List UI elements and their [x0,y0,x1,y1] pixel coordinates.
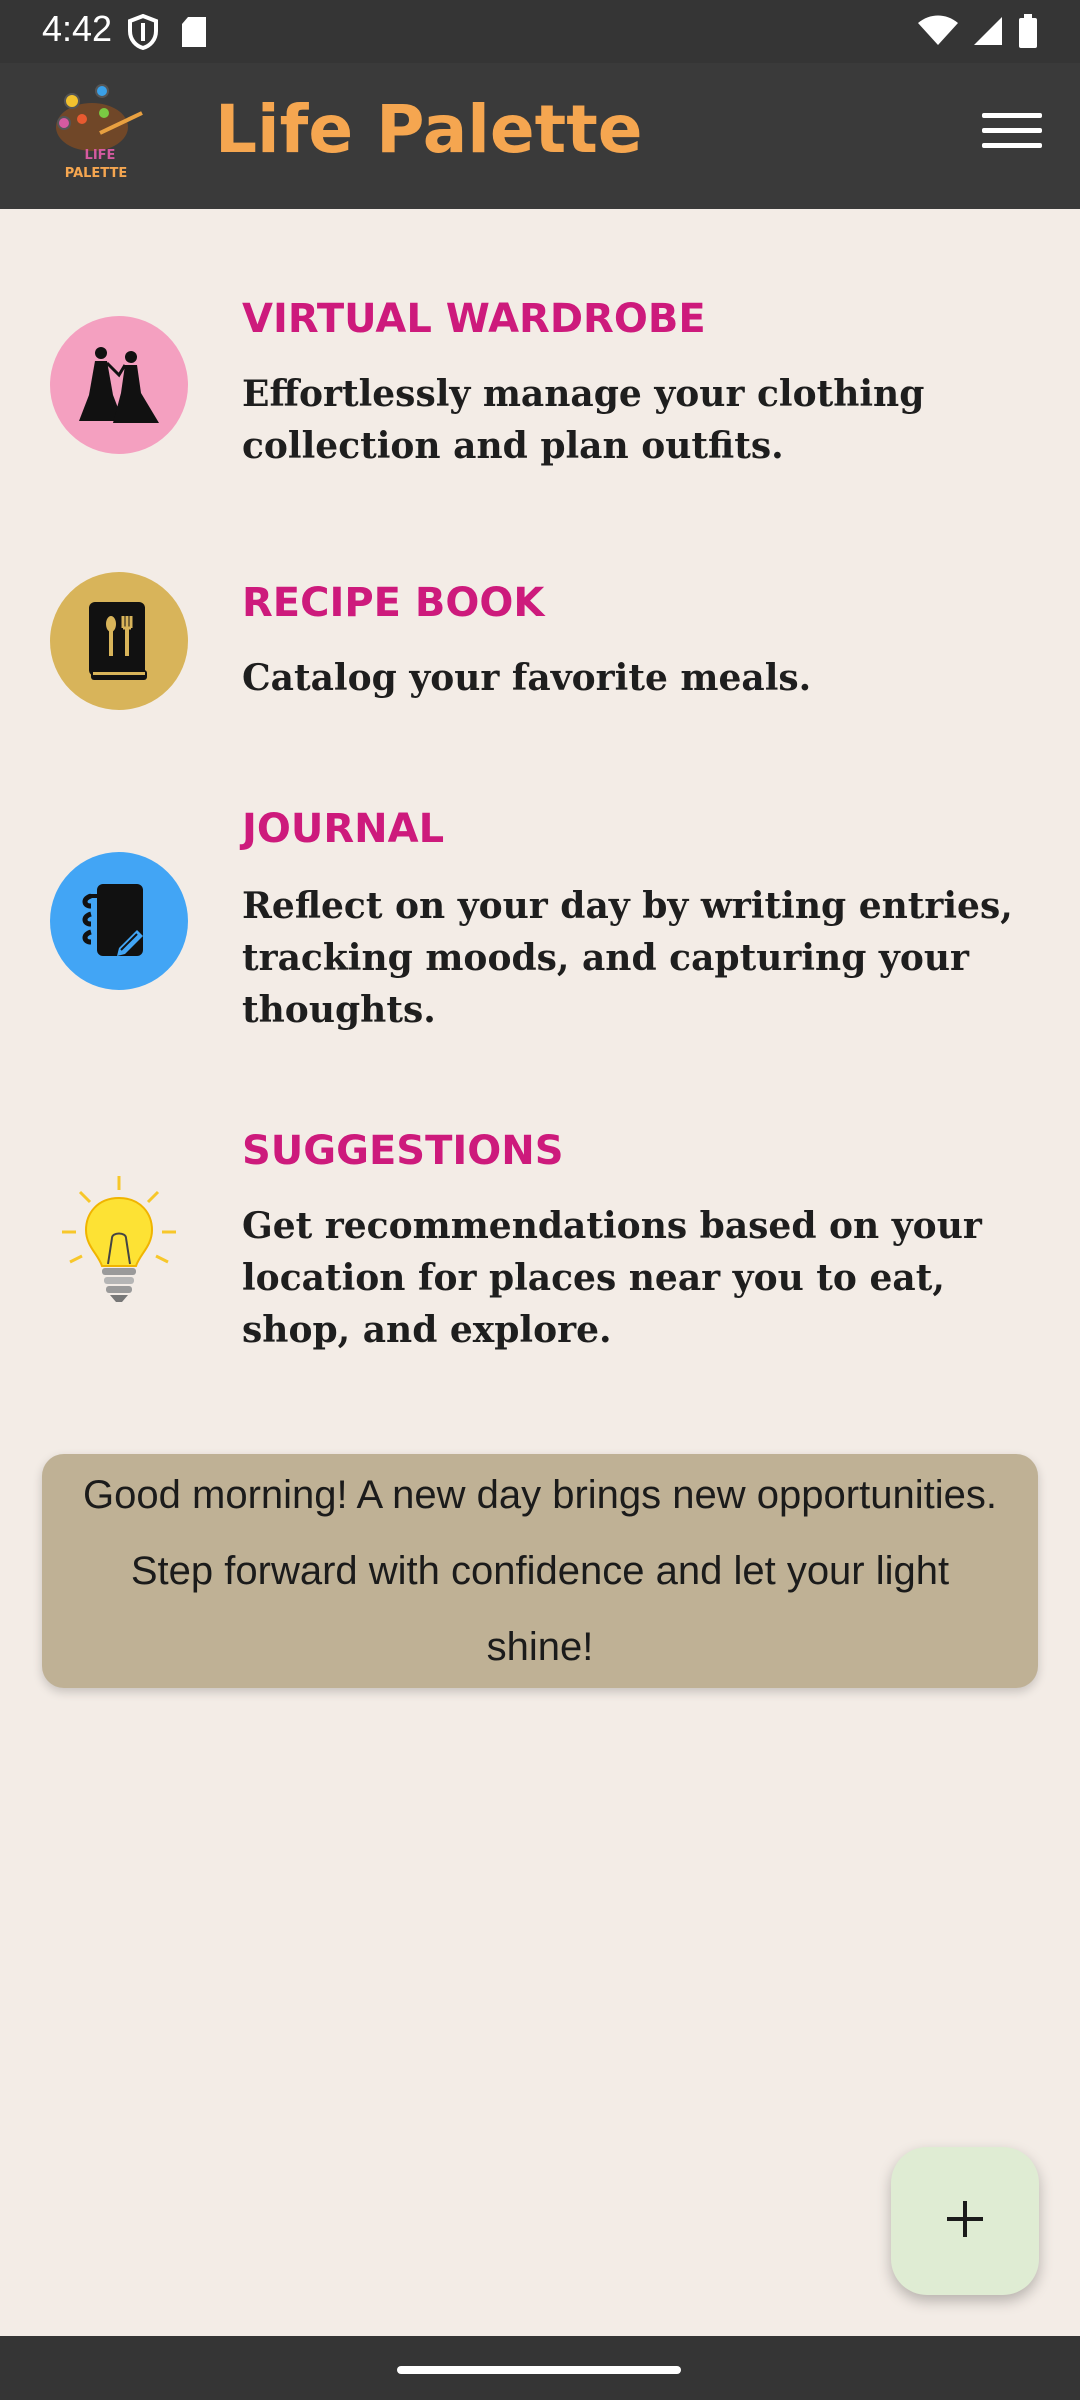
sd-card-icon [180,15,208,54]
feature-title: VIRTUAL WARDROBE [242,296,706,342]
shield-icon [128,13,158,55]
status-bar: 4:42 [0,0,1080,63]
feature-description: Get recommendations based on your locati… [242,1205,982,1351]
signal-icon [972,15,1004,52]
app-title: Life Palette [215,91,643,168]
plus-icon [943,2197,987,2245]
status-left-icons [128,13,208,55]
greeting-text: Good morning! A new day brings new oppor… [83,1473,997,1669]
feature-title: RECIPE BOOK [242,580,545,626]
app-bar: LIFE PALETTE Life Palette [0,63,1080,209]
status-right-icons [918,14,1038,53]
recipe-book-icon [50,572,188,710]
wardrobe-icon [50,316,188,454]
lightbulb-icon [50,1172,188,1310]
feature-description: Effortlessly manage your clothing collec… [242,373,925,467]
feature-title: SUGGESTIONS [242,1128,564,1174]
journal-icon [50,852,188,990]
svg-text:LIFE: LIFE [85,148,116,163]
home-indicator[interactable] [397,2366,681,2374]
wifi-icon [918,15,958,52]
hamburger-menu-icon[interactable] [982,113,1042,159]
feature-description: Catalog your favorite meals. [242,657,812,699]
app-logo: LIFE PALETTE [50,83,150,183]
battery-icon [1018,14,1038,53]
status-time: 4:42 [42,8,113,49]
feature-title: JOURNAL [242,806,445,852]
feature-description: Reflect on your day by writing entries, … [242,885,1013,1031]
add-button[interactable] [891,2147,1039,2295]
svg-text:PALETTE: PALETTE [65,166,127,181]
greeting-card: Good morning! A new day brings new oppor… [42,1454,1038,1688]
